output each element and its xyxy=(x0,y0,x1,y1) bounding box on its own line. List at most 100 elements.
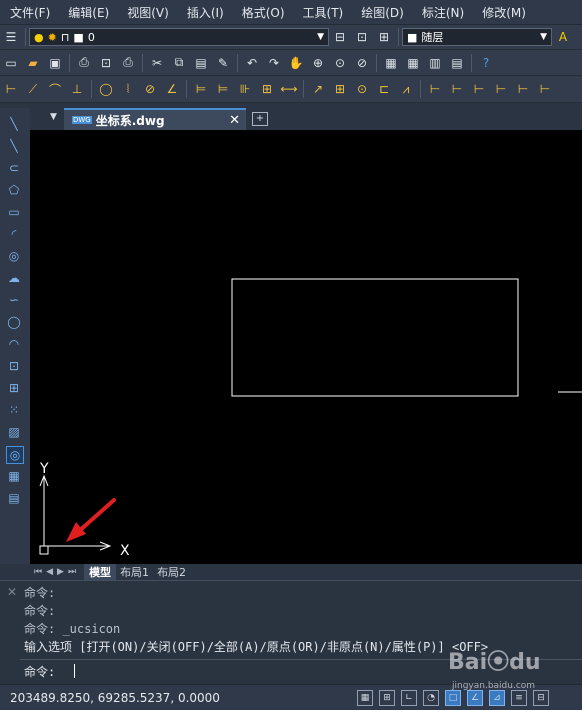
linetype-dropdown[interactable]: ■ 随层 ▼ xyxy=(402,28,552,46)
zoom-window-icon[interactable]: ⊙ xyxy=(331,54,349,72)
menu-tools[interactable]: 工具(T) xyxy=(293,4,352,21)
tab-layout2[interactable]: 布局2 xyxy=(157,564,186,580)
linear-dimension-icon[interactable]: ⊢ xyxy=(2,80,20,98)
new-tab-icon[interactable]: + xyxy=(252,112,268,126)
menu-format[interactable]: 格式(O) xyxy=(232,4,293,21)
first-tab-icon[interactable]: ⏮ xyxy=(34,567,42,577)
help-icon[interactable]: ? xyxy=(477,54,495,72)
layer-manager-icon[interactable]: ☰ xyxy=(2,28,20,46)
new-file-icon[interactable]: ▭ xyxy=(2,54,20,72)
make-current-icon[interactable]: ⊟ xyxy=(331,28,349,46)
close-icon[interactable]: ✕ xyxy=(229,113,240,128)
leader-icon[interactable]: ↗ xyxy=(309,80,327,98)
break-icon[interactable]: ⟷ xyxy=(280,80,298,98)
snap-icon[interactable]: ⊞ xyxy=(379,689,395,706)
drawing-canvas[interactable]: Y X xyxy=(30,130,582,564)
dimension-edit-icon[interactable]: ⊢ xyxy=(426,80,444,98)
rectangle-icon[interactable]: ▭ xyxy=(6,204,22,220)
hatch-icon[interactable]: ▨ xyxy=(6,424,22,440)
ordinate-icon[interactable]: ⊥ xyxy=(68,80,86,98)
gradient-icon[interactable]: ◎ xyxy=(6,446,24,464)
inspection-icon[interactable]: ⊏ xyxy=(375,80,393,98)
diameter-icon[interactable]: ⊘ xyxy=(141,80,159,98)
document-tab[interactable]: DWG 坐标系.dwg ✕ xyxy=(64,108,246,130)
match-properties-icon[interactable]: ✎ xyxy=(214,54,232,72)
properties-icon[interactable]: ▦ xyxy=(382,54,400,72)
copy-icon[interactable]: ⧉ xyxy=(170,54,188,72)
polar-icon[interactable]: ◔ xyxy=(423,689,439,706)
last-tab-icon[interactable]: ⏭ xyxy=(68,567,76,577)
quick-dimension-icon[interactable]: ⊨ xyxy=(192,80,210,98)
override-icon[interactable]: ⊢ xyxy=(514,80,532,98)
close-icon[interactable]: ✕ xyxy=(7,585,17,599)
arc-length-icon[interactable]: ⌒ xyxy=(46,80,64,98)
next-tab-icon[interactable]: ▶ xyxy=(57,567,64,577)
baseline-icon[interactable]: ⊨ xyxy=(214,80,232,98)
insert-block-icon[interactable]: ⊡ xyxy=(6,358,22,374)
continue-icon[interactable]: ⊪ xyxy=(236,80,254,98)
reassociate-icon[interactable]: ⊢ xyxy=(536,80,554,98)
print-preview-icon[interactable]: ⊡ xyxy=(97,54,115,72)
ellipse-arc-icon[interactable]: ◠ xyxy=(6,336,22,352)
dynamic-ucs-icon[interactable]: ⊿ xyxy=(489,689,505,706)
tab-model[interactable]: 模型 xyxy=(84,564,117,580)
jogged-icon[interactable]: ⦚ xyxy=(119,80,137,98)
cut-icon[interactable]: ✂ xyxy=(148,54,166,72)
menu-file[interactable]: 文件(F) xyxy=(0,4,58,21)
pan-icon[interactable]: ✋ xyxy=(287,54,305,72)
jogged-linear-icon[interactable]: ⩘ xyxy=(397,80,415,98)
polyline-icon[interactable]: ⊂ xyxy=(6,160,22,176)
menu-insert[interactable]: 插入(I) xyxy=(177,4,232,21)
redo-icon[interactable]: ↷ xyxy=(265,54,283,72)
space-icon[interactable]: ⊞ xyxy=(258,80,276,98)
revision-cloud-icon[interactable]: ☁ xyxy=(6,270,22,286)
dimension-text-edit-icon[interactable]: ⊢ xyxy=(448,80,466,98)
layer-dropdown[interactable]: ● ✹ ⊓ ■ 0 ▼ xyxy=(29,28,329,46)
ellipse-icon[interactable]: ◯ xyxy=(6,314,22,330)
paste-icon[interactable]: ▤ xyxy=(192,54,210,72)
prev-tab-icon[interactable]: ◀ xyxy=(46,567,53,577)
tool-palettes-icon[interactable]: ▥ xyxy=(426,54,444,72)
print-icon[interactable]: ⎙ xyxy=(75,54,93,72)
osnap-icon[interactable]: □ xyxy=(445,689,461,706)
menu-view[interactable]: 视图(V) xyxy=(117,4,177,21)
tolerance-icon[interactable]: ⊞ xyxy=(331,80,349,98)
lineweight-icon[interactable]: ≡ xyxy=(511,689,527,706)
multiline-text-icon[interactable]: ▤ xyxy=(6,490,22,506)
aligned-dimension-icon[interactable]: ⟋ xyxy=(24,80,42,98)
calculator-icon[interactable]: ▤ xyxy=(448,54,466,72)
layer-previous-icon[interactable]: ⊡ xyxy=(353,28,371,46)
circle-icon[interactable]: ◎ xyxy=(6,248,22,264)
zoom-previous-icon[interactable]: ⊘ xyxy=(353,54,371,72)
open-folder-icon[interactable]: ▰ xyxy=(24,54,42,72)
design-center-icon[interactable]: ▦ xyxy=(404,54,422,72)
tab-menu-chevron-icon[interactable]: ▼ xyxy=(50,112,57,122)
polygon-icon[interactable]: ⬠ xyxy=(6,182,22,198)
undo-icon[interactable]: ↶ xyxy=(243,54,261,72)
center-mark-icon[interactable]: ⊙ xyxy=(353,80,371,98)
ortho-icon[interactable]: ∟ xyxy=(401,689,417,706)
spline-icon[interactable]: ∽ xyxy=(6,292,22,308)
radius-icon[interactable]: ◯ xyxy=(97,80,115,98)
construction-line-icon[interactable]: ╲ xyxy=(6,138,22,154)
otrack-icon[interactable]: ∠ xyxy=(467,689,483,706)
plot-icon[interactable]: ⎙ xyxy=(119,54,137,72)
angular-icon[interactable]: ∠ xyxy=(163,80,181,98)
menu-draw[interactable]: 绘图(D) xyxy=(351,4,412,21)
rectangle-entity[interactable] xyxy=(231,278,519,397)
menu-dimension[interactable]: 标注(N) xyxy=(412,4,472,21)
grid-icon[interactable]: ▦ xyxy=(357,689,373,706)
dimension-style-icon[interactable]: ⊢ xyxy=(492,80,510,98)
text-style-icon[interactable]: A xyxy=(554,28,572,46)
arc-icon[interactable]: ◜ xyxy=(6,226,22,242)
dimension-update-icon[interactable]: ⊢ xyxy=(470,80,488,98)
zoom-realtime-icon[interactable]: ⊕ xyxy=(309,54,327,72)
tab-layout1[interactable]: 布局1 xyxy=(120,564,149,580)
point-icon[interactable]: ⁙ xyxy=(6,402,22,418)
line-icon[interactable]: ╲ xyxy=(6,116,22,132)
transparency-icon[interactable]: ⊟ xyxy=(533,689,549,706)
table-icon[interactable]: ▦ xyxy=(6,468,22,484)
make-block-icon[interactable]: ⊞ xyxy=(6,380,22,396)
menu-modify[interactable]: 修改(M) xyxy=(472,4,534,21)
save-icon[interactable]: ▣ xyxy=(46,54,64,72)
